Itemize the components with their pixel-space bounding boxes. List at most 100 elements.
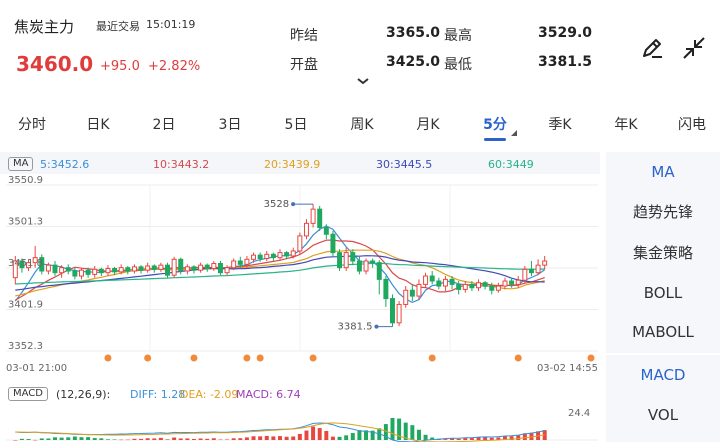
candle-body [151,265,157,270]
candle-body [502,280,508,287]
tab-minute[interactable]: 分时 [10,112,54,140]
active-tab-indicator [484,138,506,141]
macd-bar [145,438,150,440]
macd-bar [165,439,170,440]
event-marker-dot[interactable] [256,354,264,362]
candle-body [350,252,356,262]
macd-bar [66,437,71,440]
candle-body [98,268,104,274]
contract-name: 焦炭主力 [14,18,75,36]
macd-bar [172,437,177,440]
side-item-boll[interactable]: BOLL [606,274,720,312]
candle-body [125,267,131,272]
macd-chart[interactable] [0,402,604,442]
event-marker-dot[interactable] [144,354,152,362]
candle-body [528,268,534,274]
event-marker-dot[interactable] [587,354,595,362]
candle-body [85,269,91,275]
candle-body [211,262,217,270]
macd-bar [139,438,144,440]
side-item-ma[interactable]: MA [606,153,720,191]
macd-bar [410,425,415,440]
macd-bar [258,436,263,440]
macd-bar [86,437,91,440]
y-axis-label: 3451.8 [8,258,43,269]
candle-body [270,253,276,259]
candle-body [416,283,422,297]
y-axis-label: 3501.3 [8,217,43,228]
tab-month-k[interactable]: 月K [406,112,450,140]
candle-body [376,262,382,280]
macd-bar [105,439,110,440]
candle-body [356,260,362,272]
recent-trade-label: 最近交易 [96,20,140,33]
candle-body [224,267,230,274]
side-item-maboll[interactable]: MABOLL [606,313,720,351]
candle-body [131,266,137,272]
tab-2-day[interactable]: 2日 [142,112,186,140]
side-item-trend-pioneer[interactable]: 趋势先锋 [606,193,720,231]
tab-5-day[interactable]: 5日 [274,112,318,140]
macd-dea: DEA: -2.09 [180,388,239,401]
x-axis-end-label: 03-02 14:55 [537,363,598,374]
macd-bar [185,438,190,440]
collapse-fullscreen-icon[interactable] [680,34,708,62]
tab-day-k[interactable]: 日K [76,112,120,140]
candle-body [231,260,237,269]
candle-body [244,258,250,265]
event-marker-dot[interactable] [190,354,198,362]
event-marker-dot[interactable] [243,354,251,362]
open-value: 3425.0 [386,54,441,70]
candle-body [363,260,369,272]
candle-body [72,270,78,277]
macd-bar [271,436,276,440]
macd-bar [125,439,130,441]
side-item-vol[interactable]: VOL [606,396,720,434]
event-marker-dot[interactable] [104,354,112,362]
candle-body [409,289,415,297]
macd-bar [324,430,329,440]
side-item-macd[interactable]: MACD [606,356,720,394]
candle-body [462,283,468,290]
side-item-gold-strategy[interactable]: 集金策略 [606,234,720,272]
candle-body [45,264,51,272]
ma20-value: 20:3439.9 [264,158,321,171]
macd-bar [211,438,216,440]
trade-time: 15:01:19 [146,18,196,31]
candle-body [112,268,118,273]
side-divider [606,353,720,355]
expand-chevron-icon[interactable] [356,76,370,86]
candle-body [118,267,124,273]
draw-pen-icon[interactable] [638,34,666,62]
event-marker-dot[interactable] [514,354,522,362]
macd-tag[interactable]: MACD [8,387,48,401]
ma-tag[interactable]: MA [8,157,34,171]
tab-year-k[interactable]: 年K [604,112,648,140]
candle-body [396,303,402,324]
ma5-value: 5:3452.6 [40,158,90,171]
tab-week-k[interactable]: 周K [340,112,384,140]
macd-bar [483,437,488,440]
candle-body [310,208,316,224]
macd-bar [191,438,196,440]
macd-bar [53,437,57,440]
event-marker-dot[interactable] [428,354,436,362]
macd-value: MACD: 6.74 [236,388,301,401]
macd-bar [244,437,249,440]
low-label: 最低 [444,57,472,73]
event-marker-dot[interactable] [309,354,317,362]
macd-bar [251,436,256,440]
macd-bar [178,438,183,440]
candle-body [251,254,257,260]
tab-3-day[interactable]: 3日 [208,112,252,140]
tab-dropdown-icon[interactable] [511,130,517,136]
y-axis-label: 3401.9 [8,300,43,311]
macd-bar [238,438,243,440]
kline-chart[interactable]: 3550.9 3501.3 3451.8 3401.9 3352.3 3528 3381.… [0,175,604,375]
candle-body [277,252,283,259]
tab-flash[interactable]: 闪电 [668,112,716,140]
tab-quarter-k[interactable]: 季K [538,112,582,140]
macd-bar [443,439,448,440]
candle-body [456,283,462,290]
candle-body [337,252,343,269]
